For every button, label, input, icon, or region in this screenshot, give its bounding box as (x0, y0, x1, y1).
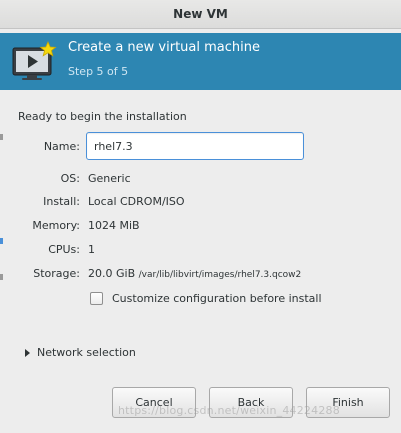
banner-step: Step 5 of 5 (68, 65, 129, 78)
storage-path: /var/lib/libvirt/images/rhel7.3.qcow2 (138, 270, 302, 280)
customize-checkbox-label[interactable]: Customize configuration before install (112, 292, 322, 305)
storage-value: 20.0 GiB /var/lib/libvirt/images/rhel7.3… (88, 267, 301, 280)
vm-name-input[interactable] (86, 132, 304, 160)
network-selection-expander[interactable]: Network selection (25, 346, 136, 359)
network-selection-label: Network selection (37, 346, 136, 359)
cpus-value: 1 (88, 243, 95, 256)
cpus-label: CPUs: (48, 243, 80, 256)
summary-heading: Ready to begin the installation (18, 110, 187, 123)
os-label: OS: (60, 172, 80, 185)
install-value: Local CDROM/ISO (88, 195, 185, 208)
memory-value: 1024 MiB (88, 219, 140, 232)
window-title: New VM (173, 7, 228, 21)
storage-label: Storage: (33, 267, 80, 280)
storage-size: 20.0 GiB (88, 267, 136, 280)
customize-checkbox[interactable] (90, 292, 103, 305)
edge-mark (0, 238, 3, 244)
window-titlebar: New VM (0, 0, 401, 29)
memory-label: Memory: (32, 219, 80, 232)
watermark-text: https://blog.csdn.net/weixin_44224288 (118, 404, 340, 417)
banner-title: Create a new virtual machine (68, 40, 260, 55)
name-label: Name: (43, 140, 80, 153)
os-value: Generic (88, 172, 131, 185)
header-banner: Create a new virtual machine Step 5 of 5 (0, 33, 401, 90)
edge-mark (0, 134, 3, 140)
expander-arrow-icon (25, 348, 30, 357)
install-label: Install: (43, 195, 80, 208)
background-window-edge (0, 92, 4, 432)
monitor-play-star-icon (11, 40, 57, 82)
edge-mark (0, 274, 3, 280)
